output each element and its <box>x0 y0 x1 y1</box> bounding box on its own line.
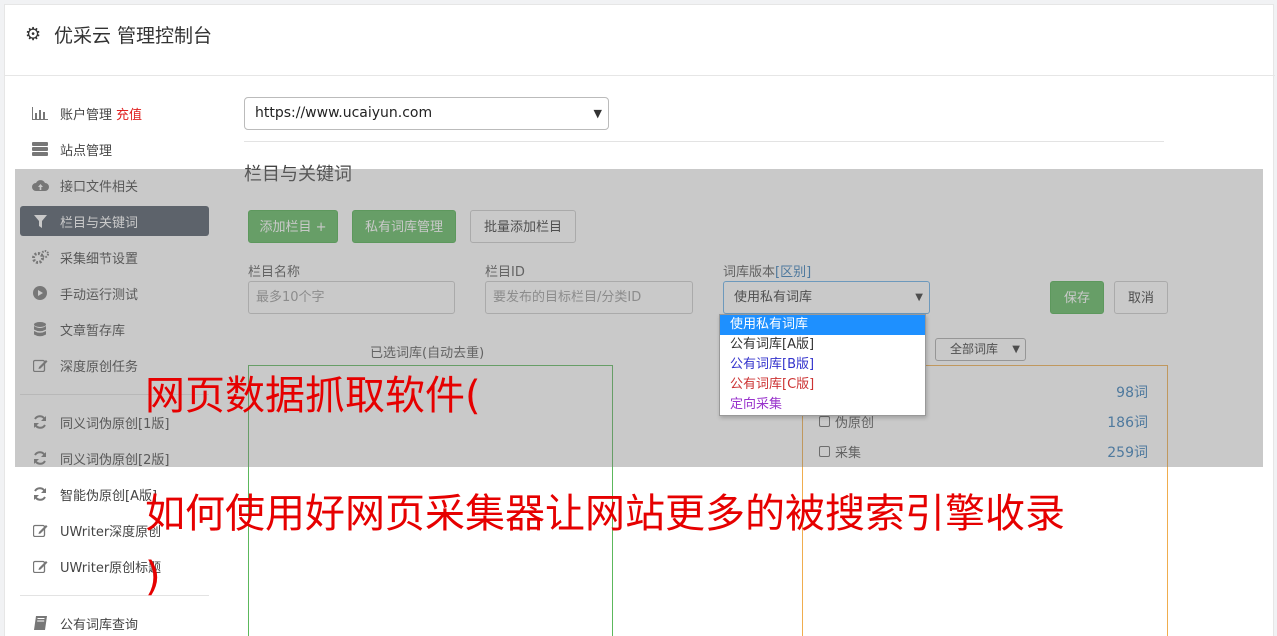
recharge-link[interactable]: 充值 <box>116 104 142 123</box>
book-icon <box>31 615 49 631</box>
sidebar-item-label: 智能伪原创[A版] <box>60 488 158 504</box>
gear-icon: ⚙ <box>25 24 42 45</box>
dropdown-option[interactable]: 公有词库[C版] <box>720 375 925 395</box>
site-select[interactable]: https://www.ucaiyun.com ▼ <box>244 97 609 130</box>
page-title: 优采云 管理控制台 <box>54 25 213 47</box>
sidebar-divider <box>20 595 209 596</box>
sidebar-item-public-lib[interactable]: 公有词库查询 <box>20 608 209 636</box>
dropdown-option[interactable]: 定向采集 <box>720 395 925 415</box>
sidebar-item-account[interactable]: 账户管理 充值 <box>20 98 209 128</box>
dropdown-option[interactable]: 公有词库[B版] <box>720 355 925 375</box>
server-icon <box>31 141 49 157</box>
sidebar-item-label: 公有词库查询 <box>60 617 139 633</box>
header: ⚙ 优采云 管理控制台 <box>5 5 1275 76</box>
sidebar-item-uwriter-title[interactable]: UWriter原创标题 <box>20 551 209 581</box>
chevron-down-icon: ▼ <box>593 107 602 120</box>
refresh-icon <box>31 486 49 502</box>
divider <box>244 141 1164 142</box>
edit-icon <box>31 522 49 538</box>
grey-overlay-band <box>15 169 1263 467</box>
sidebar-item-label: 账户管理 <box>60 107 113 123</box>
sidebar-item-label: 站点管理 <box>60 143 113 159</box>
bar-chart-icon <box>31 105 49 121</box>
edit-icon <box>31 558 49 574</box>
overlay-text-line3: ) <box>145 554 161 600</box>
sidebar-item-sites[interactable]: 站点管理 <box>20 134 209 164</box>
dropdown-option[interactable]: 使用私有词库 <box>720 315 925 335</box>
dropdown-option[interactable]: 公有词库[A版] <box>720 335 925 355</box>
lib-version-dropdown[interactable]: 使用私有词库 公有词库[A版] 公有词库[B版] 公有词库[C版] 定向采集 <box>719 314 926 416</box>
overlay-text-line1: 网页数据抓取软件( <box>145 373 481 419</box>
overlay-text-line2: 如何使用好网页采集器让网站更多的被搜索引擎收录 <box>145 491 1065 537</box>
